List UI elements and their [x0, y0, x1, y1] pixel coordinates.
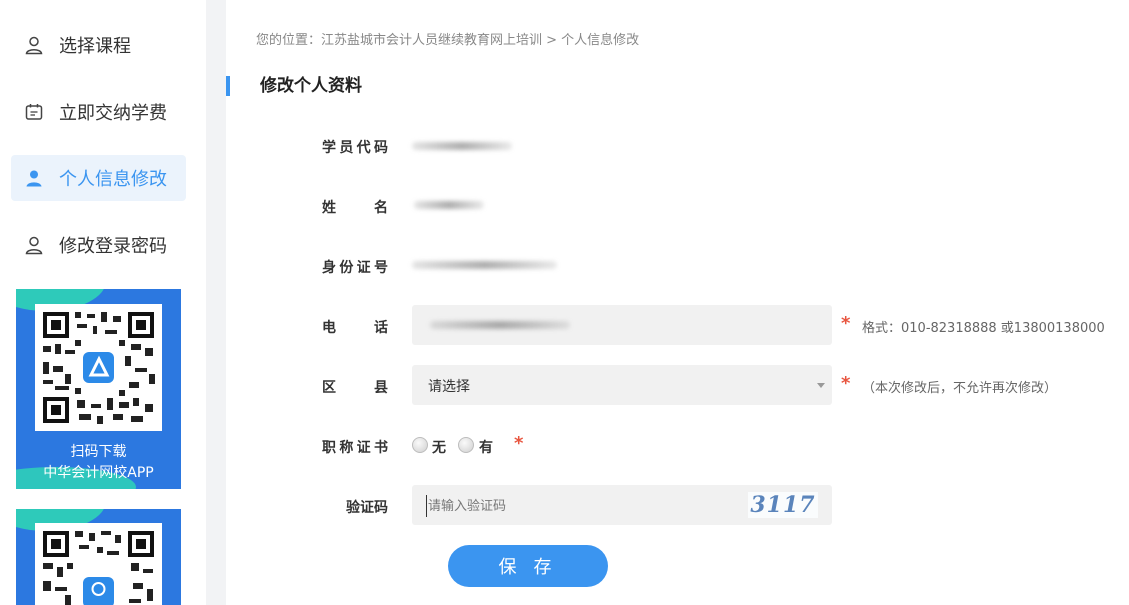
- app-download-qr-card: 扫码下载 中华会计网校APP: [16, 289, 181, 489]
- qr-code: [35, 523, 162, 605]
- radio-yes[interactable]: [458, 437, 474, 453]
- id-number-label: 身份证号: [322, 260, 388, 276]
- phone-value-redacted: [430, 321, 570, 329]
- sidebar-item-label: 个人信息修改: [59, 169, 167, 190]
- name-value-redacted: [414, 201, 484, 209]
- save-button[interactable]: 保 存: [448, 545, 608, 587]
- qr-code: [35, 304, 162, 431]
- id-number-value-redacted: [412, 261, 557, 269]
- title-certificate-label: 职称证书: [322, 440, 388, 456]
- page-title: 修改个人资料: [260, 76, 362, 96]
- user-icon: [26, 170, 42, 187]
- sidebar-item-label: 立即交纳学费: [59, 103, 167, 124]
- second-qr-card: [16, 509, 181, 605]
- calendar-icon: [25, 104, 43, 120]
- district-select[interactable]: 请选择: [412, 365, 832, 405]
- user-icon: [25, 36, 43, 55]
- phone-label: 电话: [322, 320, 388, 336]
- phone-field[interactable]: [412, 305, 832, 345]
- sidebar-item-label: 选择课程: [59, 36, 131, 57]
- sidebar-item-label: 修改登录密码: [59, 236, 167, 257]
- captcha-image[interactable]: 3117: [748, 492, 818, 518]
- chevron-down-icon: [817, 383, 825, 388]
- phone-format-hint: 格式：010-82318888 或13800138000: [862, 321, 1105, 336]
- radio-yes-label: 有: [479, 440, 493, 456]
- district-hint: （本次修改后，不允许再次修改）: [862, 381, 1058, 396]
- sidebar-item-select-course[interactable]: 选择课程: [11, 22, 186, 68]
- sidebar-item-change-password[interactable]: 修改登录密码: [11, 222, 186, 268]
- required-mark: *: [514, 433, 524, 454]
- district-label: 区县: [322, 380, 388, 396]
- name-label: 姓名: [322, 200, 388, 216]
- district-selected-value: 请选择: [428, 379, 470, 395]
- captcha-field: 3117: [412, 485, 832, 525]
- sidebar: 选择课程 立即交纳学费 个人信息修改 修改登录密码 扫码下载 中华会计网校APP: [0, 0, 206, 605]
- required-mark: *: [841, 313, 851, 334]
- user-icon: [25, 236, 43, 255]
- captcha-label: 验证码: [346, 500, 388, 516]
- breadcrumb: 您的位置：江苏盐城市会计人员继续教育网上培训 > 个人信息修改: [256, 33, 640, 48]
- captcha-input[interactable]: [426, 495, 730, 517]
- qr-caption-line1: 扫码下载: [70, 444, 127, 460]
- radio-none[interactable]: [412, 437, 428, 453]
- sidebar-item-edit-profile[interactable]: 个人信息修改: [11, 155, 186, 201]
- student-code-label: 学员代码: [322, 140, 388, 156]
- qr-caption-line2: 中华会计网校APP: [43, 465, 154, 481]
- radio-none-label: 无: [432, 440, 446, 456]
- required-mark: *: [841, 373, 851, 394]
- sidebar-item-pay-tuition[interactable]: 立即交纳学费: [11, 89, 186, 135]
- main-panel: 您的位置：江苏盐城市会计人员继续教育网上培训 > 个人信息修改 修改个人资料 学…: [226, 0, 1129, 605]
- student-code-value-redacted: [412, 142, 512, 150]
